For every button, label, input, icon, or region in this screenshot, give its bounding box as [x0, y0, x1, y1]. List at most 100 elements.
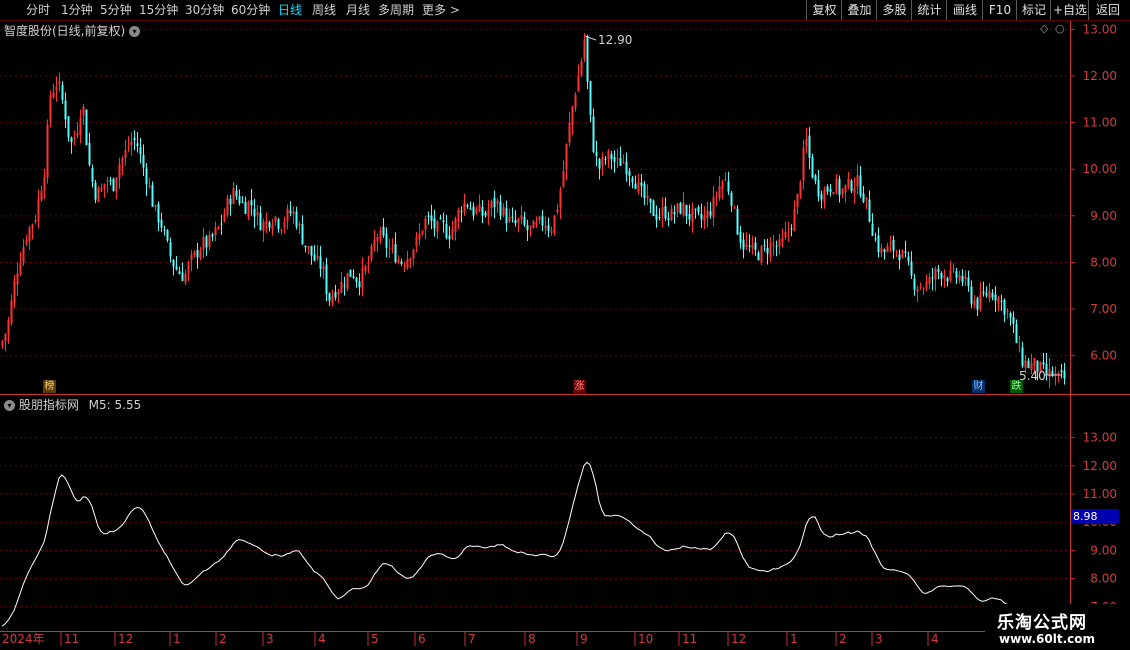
candle-body — [109, 179, 112, 182]
price-tick-label: 6.00 — [1090, 349, 1117, 363]
toolbar-button-3[interactable]: 统计 — [911, 0, 947, 20]
candle-body — [433, 218, 436, 229]
toolbar-button-6[interactable]: 标记 — [1016, 0, 1051, 20]
candle-body — [178, 271, 181, 275]
candle-body — [775, 246, 778, 248]
candle-body — [811, 156, 814, 178]
candle-body — [652, 200, 655, 217]
stock-title[interactable]: 智度股份(日线,前复权) ▾ — [4, 22, 141, 39]
candle-body — [685, 204, 688, 217]
time-label: 1 — [173, 632, 181, 646]
candle-body — [823, 189, 826, 203]
candle-body — [625, 161, 628, 175]
candle-body — [874, 238, 877, 240]
candle-body — [217, 226, 220, 229]
period-4[interactable]: 30分钟 — [185, 0, 224, 20]
candle-body — [709, 211, 712, 216]
time-label: 3 — [875, 632, 883, 646]
period-6[interactable]: 日线 — [278, 0, 302, 20]
indicator-tick-label: 8.00 — [1090, 572, 1117, 586]
candle-body — [130, 141, 133, 146]
period-8[interactable]: 月线 — [346, 0, 370, 20]
chevron-down-icon[interactable]: ▾ — [129, 26, 141, 37]
toolbar-button-5[interactable]: F10 — [982, 0, 1017, 20]
period-10[interactable]: 更多 > — [422, 0, 460, 20]
candle-body — [598, 159, 601, 169]
price-axis: 13.00 12.00 11.00 10.00 9.00 8.00 7.00 6.00 13.0… — [1070, 22, 1117, 614]
toolbar-button-2[interactable]: 多股 — [876, 0, 912, 20]
candle-body — [148, 185, 151, 187]
candle-body — [979, 293, 982, 310]
toolbar-button-7[interactable]: +自选 — [1050, 0, 1089, 20]
period-9[interactable]: 多周期 — [378, 0, 414, 20]
candle-body — [895, 251, 898, 253]
candle-body — [460, 211, 463, 213]
chevron-down-icon[interactable]: ▾ — [4, 400, 15, 411]
candle-body — [400, 261, 403, 264]
candle-body — [721, 181, 724, 190]
candle-body — [58, 81, 61, 84]
candles[interactable] — [1, 33, 1066, 389]
candle-body — [394, 244, 397, 263]
candle-body — [316, 255, 319, 259]
candle-body — [553, 215, 556, 234]
main-grid — [0, 20, 1130, 650]
candle-body — [547, 225, 550, 231]
candle-body — [340, 282, 343, 293]
candle-body — [613, 157, 616, 162]
candle-body — [106, 180, 109, 182]
candle-body — [301, 224, 304, 245]
period-7[interactable]: 周线 — [312, 0, 336, 20]
badge-fall[interactable]: 跌 — [1010, 380, 1023, 393]
period-2[interactable]: 5分钟 — [100, 0, 132, 20]
indicator-tick-label: 13.00 — [1083, 431, 1117, 445]
indicator-title[interactable]: ▾ 股朋指标网 M5: 5.55 — [4, 396, 141, 413]
candle-body — [592, 116, 595, 152]
candle-body — [898, 254, 901, 261]
candle-body — [1012, 316, 1015, 324]
candle-body — [514, 219, 517, 224]
candle-body — [364, 266, 367, 271]
candle-body — [370, 246, 373, 260]
candle-body — [151, 185, 154, 207]
candle-body — [841, 189, 844, 194]
diamond-icon[interactable]: ◇ — [1040, 22, 1048, 35]
toolbar-button-4[interactable]: 画线 — [946, 0, 983, 20]
candle-body — [865, 197, 868, 200]
candle-body — [1033, 358, 1036, 366]
toolbar-button-0[interactable]: 复权 — [806, 0, 842, 20]
candle-body — [694, 208, 697, 210]
candle-body — [580, 60, 583, 76]
candle-body — [40, 190, 43, 201]
period-0[interactable]: 分时 — [26, 0, 50, 20]
chart-area[interactable]: 13.00 12.00 11.00 10.00 9.00 8.00 7.00 6.00 13.0… — [0, 0, 1130, 650]
candle-body — [1063, 370, 1066, 379]
candle-body — [583, 39, 586, 60]
m5-label: M5: — [88, 398, 111, 412]
toolbar-button-8[interactable]: 返回 — [1088, 0, 1127, 20]
candle-body — [886, 245, 889, 253]
period-1[interactable]: 1分钟 — [61, 0, 93, 20]
candle-body — [751, 244, 754, 248]
toolbar-button-1[interactable]: 叠加 — [841, 0, 877, 20]
candle-body — [127, 146, 130, 148]
candle-body — [466, 205, 469, 207]
circle-icon[interactable]: ○ — [1055, 22, 1065, 35]
candle-body — [463, 202, 466, 212]
badge-rise[interactable]: 涨 — [573, 380, 586, 393]
period-5[interactable]: 60分钟 — [231, 0, 270, 20]
period-3[interactable]: 15分钟 — [139, 0, 178, 20]
candle-body — [688, 213, 691, 220]
badge-finance[interactable]: 财 — [972, 380, 985, 393]
candle-body — [190, 254, 193, 261]
candle-body — [271, 224, 274, 230]
candle-body — [1042, 362, 1045, 365]
price-tick-label: 10.00 — [1083, 162, 1117, 176]
indicator-name: 股朋指标网 — [18, 398, 79, 412]
candle-body — [736, 208, 739, 235]
candle-body — [697, 206, 700, 213]
candle-body — [718, 186, 721, 199]
badge-rank[interactable]: 榜 — [43, 380, 56, 393]
candle-body — [1021, 347, 1024, 367]
candle-body — [871, 223, 874, 236]
